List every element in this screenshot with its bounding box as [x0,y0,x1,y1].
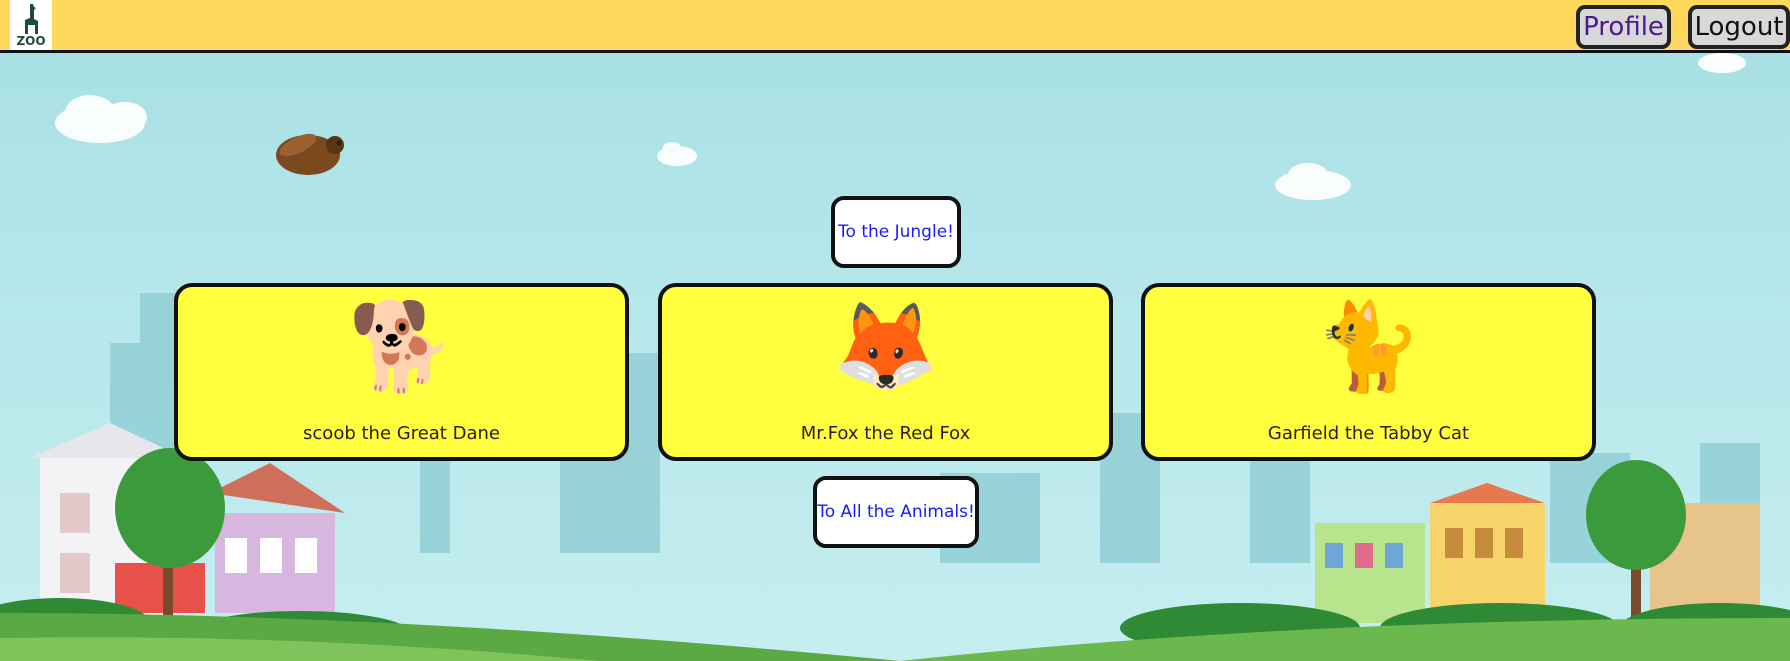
to-jungle-link[interactable]: To the Jungle! [831,196,961,268]
animal-name: Mr.Fox the Red Fox [800,423,971,444]
animal-name: Garfield the Tabby Cat [1267,423,1470,444]
animal-name: scoob the Great Dane [303,423,500,444]
animal-card[interactable]: 🐈 Garfield the Tabby Cat [1141,283,1596,461]
profile-button[interactable]: Profile [1576,5,1671,49]
to-all-animals-link[interactable]: To All the Animals! [813,476,979,548]
logout-button[interactable]: Logout [1688,5,1790,49]
dog-icon: 🐕 [347,297,456,397]
bird-icon [276,133,344,175]
cloud-icon [55,53,1746,200]
fox-icon: 🦊 [831,297,940,397]
animal-card[interactable]: 🦊 Mr.Fox the Red Fox [658,283,1113,461]
city-background: To the Jungle! 🐕 scoob the Great Dane 🦊 … [0,53,1790,661]
animal-card[interactable]: 🐕 scoob the Great Dane [174,283,629,461]
top-nav-bar: ZOO Profile Logout [0,0,1790,53]
logo-text: ZOO [16,34,46,48]
giraffe-logo-icon [25,4,38,34]
cat-icon: 🐈 [1314,297,1423,397]
zoo-logo[interactable]: ZOO [10,0,52,50]
